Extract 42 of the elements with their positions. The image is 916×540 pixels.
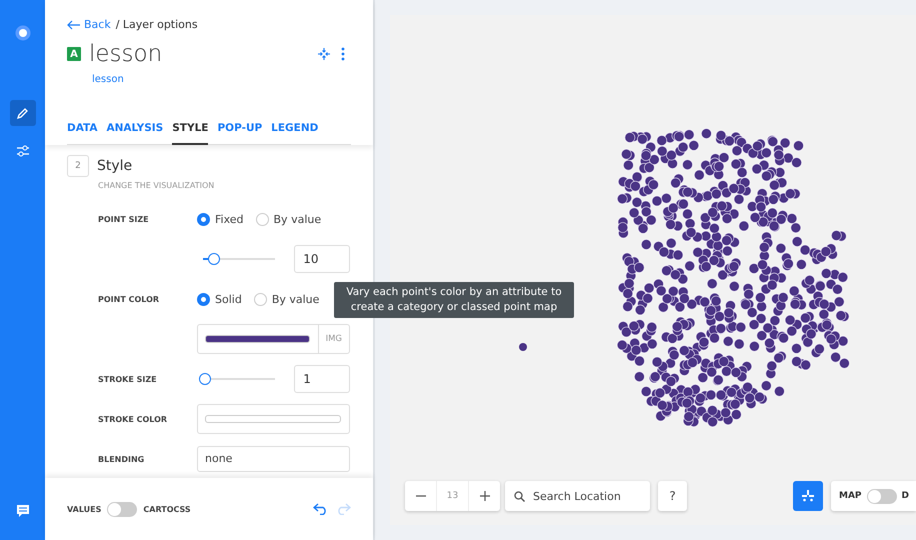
fit-bounds-icon[interactable]: [802, 490, 814, 502]
back-link[interactable]: Back: [67, 18, 111, 31]
mode-label: VALUES: [67, 504, 102, 514]
layer-title: lesson: [89, 41, 162, 67]
tab[interactable]: DATA: [67, 116, 98, 144]
blending-select[interactable]: none: [197, 446, 350, 472]
field-label: STROKE COLOR: [98, 414, 168, 424]
mode-label: CARTOCSS: [143, 504, 191, 514]
layer-letter-badge: A: [67, 47, 81, 61]
tab[interactable]: LEGEND: [271, 116, 318, 144]
breadcrumb-text: / Layer options: [116, 18, 198, 31]
tooltip: Vary each point's color by an attribute to create a category or classed point map: [334, 282, 574, 318]
number-input[interactable]: 10: [294, 245, 350, 273]
map-toggle[interactable]: [866, 488, 897, 504]
radio-option[interactable]: By value: [256, 212, 322, 226]
plus-icon[interactable]: [478, 490, 490, 502]
back-arrow-icon[interactable]: [67, 20, 81, 30]
field-label: POINT COLOR: [98, 294, 160, 304]
color-picker[interactable]: [197, 404, 350, 434]
section-title: Style: [97, 158, 132, 174]
field-label: POINT SIZE: [98, 214, 149, 224]
radio-option[interactable]: Solid: [197, 292, 242, 306]
radio-option[interactable]: Fixed: [197, 212, 244, 226]
section-subtitle: CHANGE THE VISUALIZATION: [98, 181, 216, 190]
map-label: MAP: [839, 491, 862, 501]
collapse-icon[interactable]: [317, 47, 331, 61]
toggle-label: D: [902, 491, 910, 501]
zoom-level: 13: [436, 481, 469, 511]
fit-bounds-button[interactable]: [793, 481, 823, 511]
layer-source-link[interactable]: lesson: [92, 74, 124, 85]
field-label: BLENDING: [98, 454, 144, 464]
pencil-icon[interactable]: [10, 100, 36, 126]
number-input[interactable]: 1: [294, 365, 350, 393]
radio-option[interactable]: By value: [254, 292, 320, 306]
search-bar[interactable]: Search Location: [505, 481, 650, 511]
field-label: STROKE SIZE: [98, 374, 157, 384]
mode-toggle[interactable]: [107, 502, 138, 516]
help-button[interactable]: ?: [658, 481, 687, 511]
tab[interactable]: ANALYSIS: [106, 116, 164, 144]
step-number: 2: [67, 155, 89, 177]
more-icon[interactable]: [341, 47, 345, 61]
tab[interactable]: POP-UP: [217, 116, 262, 144]
